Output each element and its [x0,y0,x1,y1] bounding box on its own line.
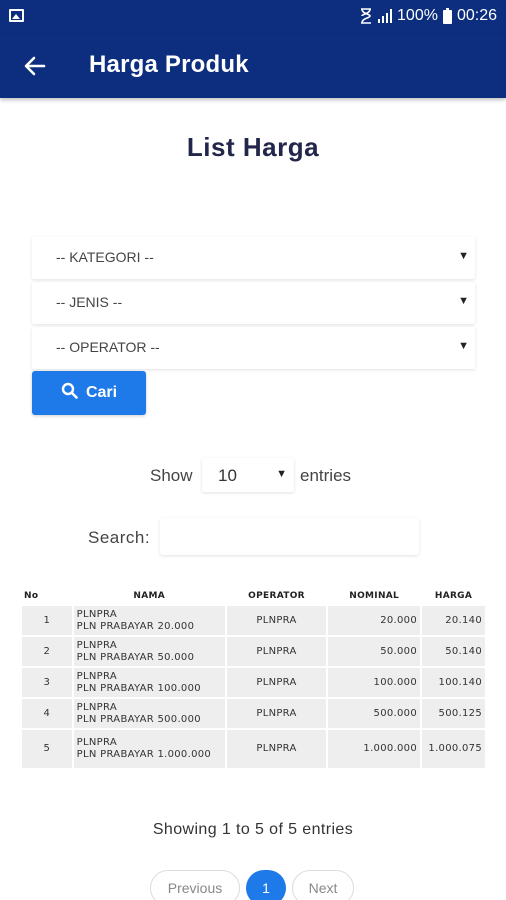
page-title: List Harga [186,132,320,162]
cell-nama: PLNPRA PLN PRABAYAR 500.000 [73,699,225,728]
cell-nominal: 1.000.000 [328,730,420,768]
cell-operator: PLNPRA [226,668,327,697]
column-header-harga[interactable]: HARGA [422,590,485,604]
cell-operator: PLNPRA [226,606,327,635]
cell-nominal: 20.000 [328,606,420,635]
alarm-icon [360,8,372,24]
jenis-select-value: -- JENIS -- [56,294,123,310]
battery-icon [442,8,452,24]
cell-harga: 20.140 [422,606,485,635]
cell-no: 1 [22,606,72,635]
entries-length-control: Show 10 ▼ entries [0,458,506,492]
show-label: Show [150,466,193,485]
app-bar-title: Harga Produk [89,51,249,78]
cell-operator: PLNPRA [226,730,327,768]
table-header-row: No NAMA OPERATOR NOMINAL HARGA [22,590,485,604]
chevron-down-icon: ▼ [276,468,287,480]
cell-harga: 1.000.075 [422,730,485,768]
table-row: 1 PLNPRA PLN PRABAYAR 20.000 PLNPRA 20.00… [22,606,485,635]
app-bar: Harga Produk [0,34,506,98]
nama-desc: PLN PRABAYAR 100.000 [76,682,201,694]
search-input[interactable] [160,518,419,555]
cell-harga: 500.125 [422,699,485,728]
column-header-no[interactable]: No [22,590,72,604]
search-icon [61,382,78,404]
table-row: 4 PLNPRA PLN PRABAYAR 500.000 PLNPRA 500.… [22,699,485,728]
cell-nama: PLNPRA PLN PRABAYAR 50.000 [73,637,225,666]
nama-code: PLNPRA [76,701,117,713]
column-header-nama[interactable]: NAMA [74,590,225,604]
cell-nama: PLNPRA PLN PRABAYAR 1.000.000 [73,730,225,768]
column-header-operator[interactable]: OPERATOR [227,590,327,604]
entries-label: entries [300,466,352,485]
signal-icon [377,9,393,23]
page-1-button[interactable]: 1 [246,870,286,900]
cell-nominal: 500.000 [328,699,420,728]
table-row: 3 PLNPRA PLN PRABAYAR 100.000 PLNPRA 100.… [22,668,485,697]
table-row: 2 PLNPRA PLN PRABAYAR 50.000 PLNPRA 50.00… [22,637,485,666]
cell-no: 3 [22,668,72,697]
kategori-select-value: -- KATEGORI -- [56,249,154,265]
chevron-down-icon: ▼ [458,340,469,352]
nama-code: PLNPRA [76,670,117,682]
nama-desc: PLN PRABAYAR 50.000 [76,651,195,663]
nama-desc: PLN PRABAYAR 500.000 [76,713,201,725]
table-info: Showing 1 to 5 of 5 entries [152,821,354,838]
price-table: No NAMA OPERATOR NOMINAL HARGA 1 PLNPRA P… [20,588,487,770]
cell-nama: PLNPRA PLN PRABAYAR 100.000 [73,668,225,697]
cell-no: 4 [22,699,72,728]
chevron-down-icon: ▼ [458,250,469,262]
entries-per-page-select[interactable]: 10 ▼ [202,458,294,492]
nama-code: PLNPRA [76,737,117,748]
chevron-down-icon: ▼ [458,295,469,307]
cell-no: 5 [22,730,72,768]
cari-button-label: Cari [85,384,118,401]
nama-desc: PLN PRABAYAR 1.000.000 [76,749,212,760]
jenis-select[interactable]: -- JENIS -- ▼ [32,282,475,324]
nama-code: PLNPRA [76,639,117,651]
cell-operator: PLNPRA [226,637,327,666]
operator-select[interactable]: -- OPERATOR -- ▼ [32,327,475,369]
status-indicators: 100% 00:26 [360,7,497,25]
search-label: Search: [88,528,151,547]
cell-harga: 50.140 [422,637,485,666]
entries-per-page-value: 10 [218,466,237,485]
cari-button[interactable]: Cari [32,371,146,415]
back-arrow-icon[interactable] [22,53,48,79]
cell-nominal: 100.000 [328,668,420,697]
table-search: Search: [0,518,506,556]
operator-select-value: -- OPERATOR -- [56,339,160,355]
cell-harga: 100.140 [422,668,485,697]
column-header-nominal[interactable]: NOMINAL [328,590,420,604]
image-notification-icon [9,9,24,22]
nama-desc: PLN PRABAYAR 20.000 [76,620,195,632]
table-row: 5 PLNPRA PLN PRABAYAR 1.000.000 PLNPRA 1.… [22,730,485,768]
kategori-select[interactable]: -- KATEGORI -- ▼ [32,237,475,279]
clock: 00:26 [456,7,497,24]
cell-nama: PLNPRA PLN PRABAYAR 20.000 [73,606,225,635]
cell-nominal: 50.000 [328,637,420,666]
previous-page-button[interactable]: Previous [150,870,240,900]
status-bar: 100% 00:26 [0,0,506,34]
next-page-button[interactable]: Next [292,870,354,900]
nama-code: PLNPRA [76,608,117,620]
cell-no: 2 [22,637,72,666]
battery-percent: 100% [397,7,438,24]
cell-operator: PLNPRA [226,699,327,728]
